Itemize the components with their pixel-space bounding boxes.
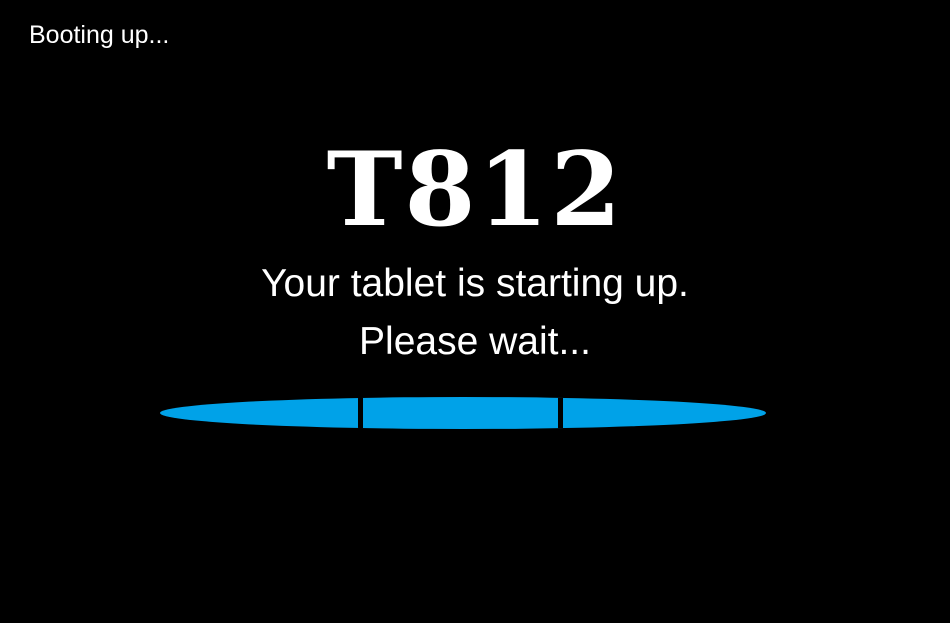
device-logo: T812 bbox=[326, 130, 624, 250]
boot-progress-bar bbox=[160, 397, 766, 429]
progress-segment-divider bbox=[558, 397, 563, 429]
wait-message: Please wait... bbox=[359, 320, 591, 363]
boot-screen: Booting up... T812 Your tablet is starti… bbox=[0, 0, 950, 623]
progress-segment-divider bbox=[358, 397, 363, 429]
progress-track bbox=[160, 397, 766, 429]
startup-message: Your tablet is starting up. bbox=[261, 262, 689, 305]
boot-status-text: Booting up... bbox=[29, 21, 170, 49]
progress-fill bbox=[160, 397, 766, 429]
